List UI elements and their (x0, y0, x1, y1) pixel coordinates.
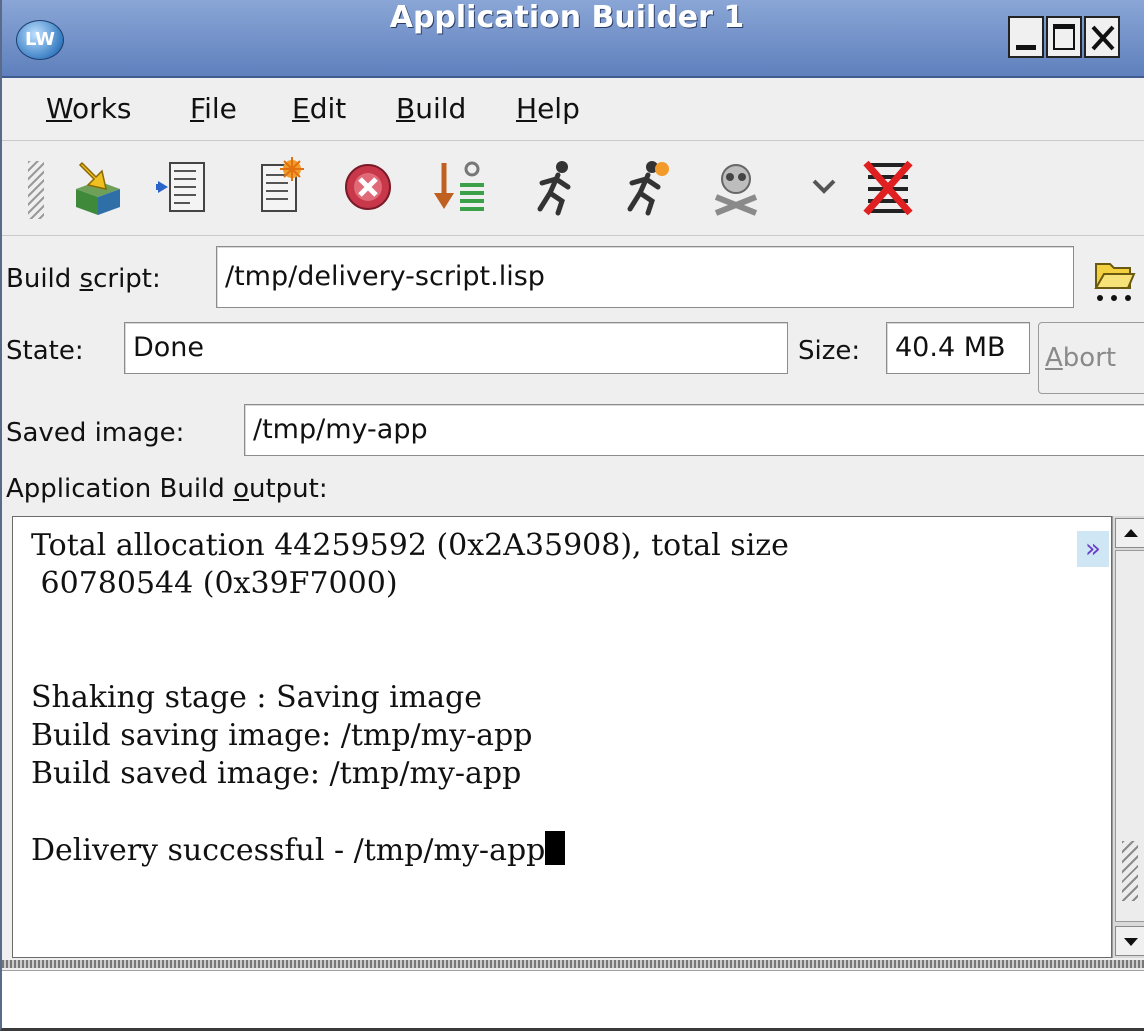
state-label: State: (6, 336, 84, 366)
close-icon (1091, 25, 1115, 51)
menu-works[interactable]: Works (46, 92, 132, 125)
build-output-label: Application Build output: (6, 474, 328, 504)
scroll-thumb[interactable] (1115, 550, 1144, 922)
output-line: Shaking stage : Saving image (31, 680, 482, 715)
saved-image-field: /tmp/my-app (244, 404, 1144, 456)
scroll-thumb-grip (1122, 841, 1138, 901)
stop-icon[interactable] (336, 155, 400, 219)
output-line: Build saving image: /tmp/my-app (31, 718, 533, 753)
size-label: Size: (798, 336, 861, 366)
new-script-icon[interactable] (248, 155, 312, 219)
kill-icon[interactable] (704, 155, 768, 219)
status-bar (2, 970, 1144, 1028)
menu-bar: Works File Edit Build Help (2, 78, 1144, 141)
window-title: Application Builder 1 (389, 0, 745, 35)
menu-file[interactable]: File (190, 92, 237, 125)
output-scrollbar[interactable] (1112, 516, 1144, 958)
run-delivery-icon[interactable] (612, 155, 676, 219)
build-output-text: Total allocation 44259592 (0x2A35908), t… (31, 527, 789, 870)
output-line: Total allocation 44259592 (0x2A35908), t… (31, 528, 789, 563)
scroll-down-arrow[interactable] (1115, 926, 1144, 956)
pane-splitter[interactable] (2, 960, 1144, 968)
abort-button[interactable]: Abort (1038, 322, 1144, 394)
state-field: Done (124, 322, 788, 374)
build-box-icon[interactable] (66, 155, 130, 219)
parse-script-icon[interactable] (152, 155, 216, 219)
run-icon[interactable] (522, 155, 586, 219)
menu-edit[interactable]: Edit (292, 92, 346, 125)
title-bar[interactable]: LW Application Builder 1 (2, 0, 1144, 78)
browse-folder-button[interactable] (1084, 250, 1144, 310)
build-output-pane[interactable]: Total allocation 44259592 (0x2A35908), t… (12, 516, 1112, 958)
text-cursor (545, 831, 566, 865)
scroll-up-arrow[interactable] (1115, 518, 1144, 548)
saved-image-label: Saved image: (6, 418, 185, 448)
open-folder-icon (1094, 263, 1136, 301)
step-down-icon[interactable] (428, 155, 492, 219)
build-script-label: Build script: (6, 264, 161, 294)
minimize-button[interactable] (1008, 16, 1044, 58)
menu-help[interactable]: Help (516, 92, 580, 125)
toolbar (2, 141, 1144, 236)
menu-build[interactable]: Build (396, 92, 466, 125)
close-button[interactable] (1084, 16, 1120, 58)
dropdown-chevron-icon[interactable] (792, 155, 856, 219)
size-field: 40.4 MB (886, 322, 1030, 374)
output-line: 60780544 (0x39F7000) (31, 566, 398, 601)
line-wrap-marker: » (1077, 531, 1109, 567)
output-line: Build saved image: /tmp/my-app (31, 756, 522, 791)
output-line: Delivery successful - /tmp/my-app (31, 831, 789, 870)
maximize-button[interactable] (1046, 16, 1082, 58)
application-builder-window: LW Application Builder 1 Works File Edit… (0, 0, 1144, 1031)
toolbar-grip[interactable] (28, 161, 44, 219)
build-script-input[interactable]: /tmp/delivery-script.lisp (216, 246, 1074, 308)
clear-icon[interactable] (856, 155, 920, 219)
